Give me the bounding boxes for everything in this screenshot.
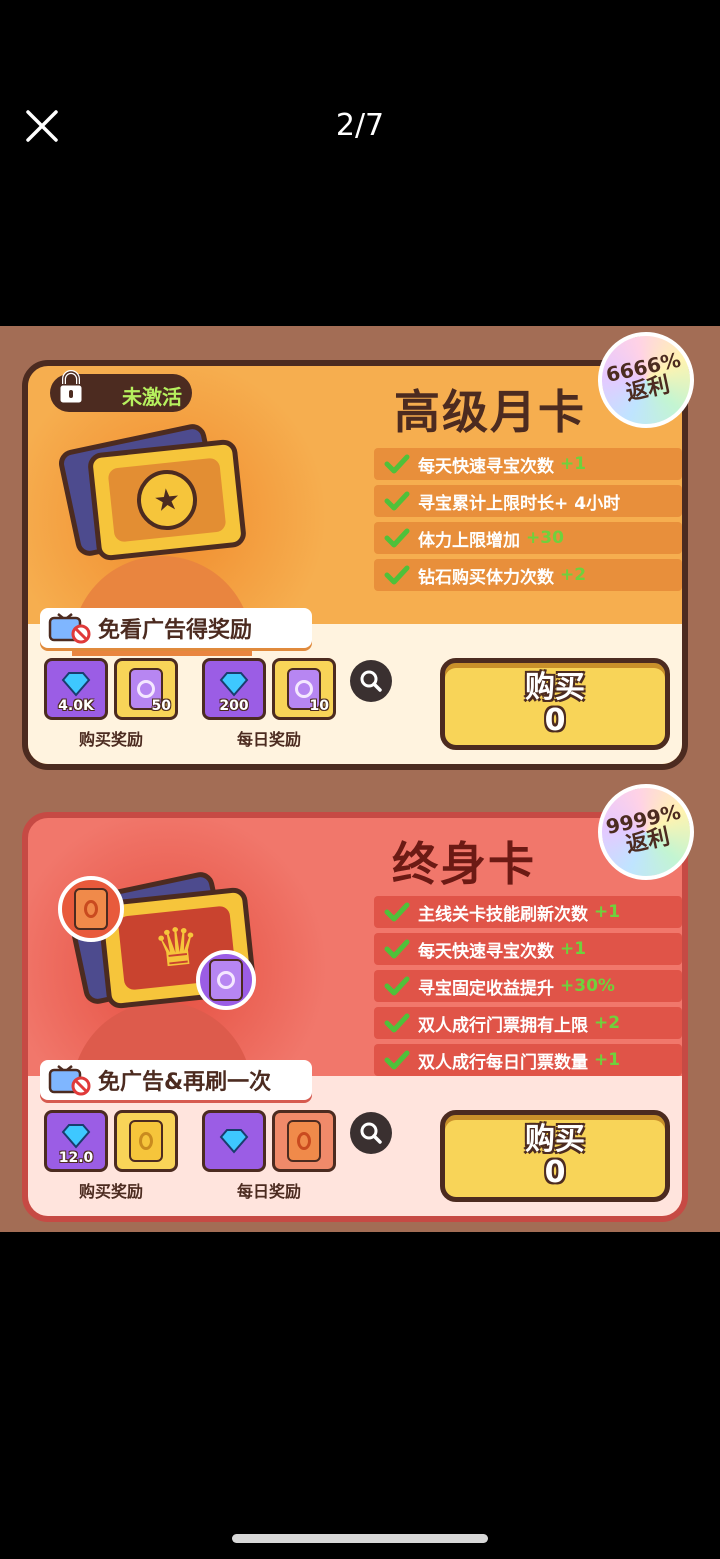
orange-orb <box>58 876 124 942</box>
lifetime-card-panel: ♛ 终身卡 主线关卡技能刷新次数 +1 每天快速寻宝次数 +1 寻宝固定收益提升 +3… <box>22 812 688 1222</box>
daily-rewards: 每日奖励 <box>202 1110 336 1202</box>
check-icon <box>384 976 410 996</box>
perk-item: 每天快速寻宝次数 +1 <box>374 933 682 965</box>
diamond-icon <box>61 1124 91 1149</box>
reward-tile[interactable]: 4.0K <box>44 658 108 720</box>
check-icon <box>384 939 410 959</box>
check-icon <box>384 902 410 922</box>
reward-tile[interactable] <box>202 1110 266 1172</box>
game-screenshot: ★ 未激活 高级月卡 每天快速寻宝次数 +1 寻宝累计上限时长+ 4小时 体力上限增… <box>0 326 720 1232</box>
check-icon <box>384 454 410 474</box>
purchase-rewards: 4.0K 50 购买奖励 <box>44 658 178 750</box>
diamond-icon <box>219 1129 249 1154</box>
crown-icon: ♛ <box>150 915 204 981</box>
perk-item: 钻石购买体力次数 +2 <box>374 559 682 591</box>
no-ads-tv-icon <box>48 613 91 644</box>
orange-card-icon <box>287 1120 321 1162</box>
reward-tile[interactable]: 200 <box>202 658 266 720</box>
perk-item: 寻宝累计上限时长+ 4小时 <box>374 485 682 517</box>
monthly-card-panel: ★ 未激活 高级月卡 每天快速寻宝次数 +1 寻宝累计上限时长+ 4小时 体力上限增… <box>22 360 688 770</box>
check-icon <box>384 491 410 511</box>
image-counter: 2/7 <box>335 108 385 143</box>
purchase-rewards: 12.0 购买奖励 <box>44 1110 178 1202</box>
check-icon <box>384 565 410 585</box>
ad-free-banner: 免广告&再刷一次 <box>40 1060 312 1100</box>
perk-list: 主线关卡技能刷新次数 +1 每天快速寻宝次数 +1 寻宝固定收益提升 +30% 双人成… <box>374 896 682 1081</box>
magnifier-icon <box>360 1122 382 1144</box>
magnifier-icon <box>360 670 382 692</box>
check-icon <box>384 1050 410 1070</box>
monthly-card-image: ★ <box>86 438 248 562</box>
check-icon <box>384 1013 410 1033</box>
zoom-button[interactable] <box>350 1112 392 1154</box>
buy-button[interactable]: 购买 0 <box>440 658 670 750</box>
home-indicator[interactable] <box>232 1534 488 1543</box>
perk-item: 体力上限增加 +30 <box>374 522 682 554</box>
reward-tile[interactable]: 50 <box>114 658 178 720</box>
reward-tile[interactable] <box>272 1110 336 1172</box>
perk-item: 寻宝固定收益提升 +30% <box>374 970 682 1002</box>
swirl-card-icon <box>209 959 243 1001</box>
viewer-top-bar: 2/7 <box>0 0 720 326</box>
card-title: 高级月卡 <box>394 385 586 439</box>
perk-item: 主线关卡技能刷新次数 +1 <box>374 896 682 928</box>
card-title: 终身卡 <box>392 837 536 891</box>
diamond-icon <box>61 672 91 697</box>
reward-tile[interactable]: 10 <box>272 658 336 720</box>
perk-item: 双人成行每日门票数量 +1 <box>374 1044 682 1076</box>
diamond-icon <box>219 672 249 697</box>
perk-list: 每天快速寻宝次数 +1 寻宝累计上限时长+ 4小时 体力上限增加 +30 钻石购买体力… <box>374 448 682 596</box>
reward-tile[interactable]: 12.0 <box>44 1110 108 1172</box>
reward-tile[interactable] <box>114 1110 178 1172</box>
check-icon <box>384 528 410 548</box>
star-icon: ★ <box>134 467 200 533</box>
daily-rewards: 200 10 每日奖励 <box>202 658 336 750</box>
orange-card-icon <box>74 888 108 930</box>
purple-orb <box>196 950 256 1010</box>
perk-item: 每天快速寻宝次数 +1 <box>374 448 682 480</box>
perk-item: 双人成行门票拥有上限 +2 <box>374 1007 682 1039</box>
gold-card-icon <box>129 1120 163 1162</box>
no-ads-tv-icon <box>48 1065 91 1096</box>
buy-button[interactable]: 购买 0 <box>440 1110 670 1202</box>
lock-icon <box>57 370 85 406</box>
ad-free-banner: 免看广告得奖励 <box>40 608 312 648</box>
zoom-button[interactable] <box>350 660 392 702</box>
